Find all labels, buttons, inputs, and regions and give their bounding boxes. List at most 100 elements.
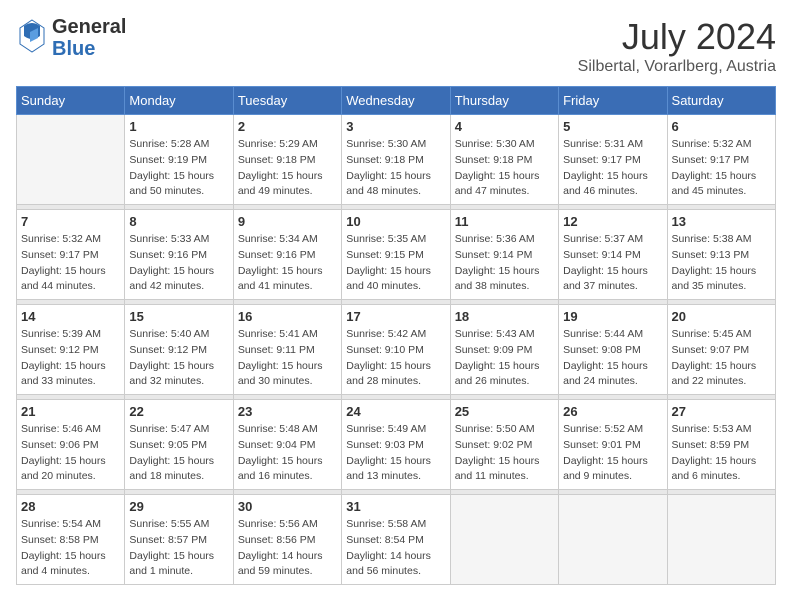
logo: General Blue <box>16 16 126 60</box>
calendar-day-cell: 13 Sunrise: 5:38 AM Sunset: 9:13 PM Dayli… <box>667 210 775 300</box>
calendar-day-cell: 10 Sunrise: 5:35 AM Sunset: 9:15 PM Dayli… <box>342 210 450 300</box>
day-number: 2 <box>238 119 337 134</box>
day-info: Sunrise: 5:30 AM Sunset: 9:18 PM Dayligh… <box>346 137 445 200</box>
day-number: 12 <box>563 214 662 229</box>
weekday-header-friday: Friday <box>559 87 667 115</box>
calendar-day-cell <box>667 495 775 585</box>
day-info: Sunrise: 5:35 AM Sunset: 9:15 PM Dayligh… <box>346 232 445 295</box>
day-info: Sunrise: 5:36 AM Sunset: 9:14 PM Dayligh… <box>455 232 554 295</box>
day-number: 16 <box>238 309 337 324</box>
calendar-day-cell: 4 Sunrise: 5:30 AM Sunset: 9:18 PM Daylig… <box>450 115 558 205</box>
day-number: 31 <box>346 499 445 514</box>
calendar-day-cell: 15 Sunrise: 5:40 AM Sunset: 9:12 PM Dayli… <box>125 305 233 395</box>
calendar-day-cell: 1 Sunrise: 5:28 AM Sunset: 9:19 PM Daylig… <box>125 115 233 205</box>
day-number: 5 <box>563 119 662 134</box>
day-info: Sunrise: 5:45 AM Sunset: 9:07 PM Dayligh… <box>672 327 771 390</box>
calendar-day-cell: 25 Sunrise: 5:50 AM Sunset: 9:02 PM Dayli… <box>450 400 558 490</box>
day-number: 4 <box>455 119 554 134</box>
calendar-day-cell: 14 Sunrise: 5:39 AM Sunset: 9:12 PM Dayli… <box>17 305 125 395</box>
day-number: 25 <box>455 404 554 419</box>
day-number: 17 <box>346 309 445 324</box>
day-info: Sunrise: 5:46 AM Sunset: 9:06 PM Dayligh… <box>21 422 120 485</box>
day-number: 27 <box>672 404 771 419</box>
day-number: 3 <box>346 119 445 134</box>
day-info: Sunrise: 5:32 AM Sunset: 9:17 PM Dayligh… <box>21 232 120 295</box>
day-number: 15 <box>129 309 228 324</box>
day-number: 20 <box>672 309 771 324</box>
calendar-day-cell <box>559 495 667 585</box>
day-info: Sunrise: 5:55 AM Sunset: 8:57 PM Dayligh… <box>129 517 228 580</box>
day-info: Sunrise: 5:31 AM Sunset: 9:17 PM Dayligh… <box>563 137 662 200</box>
calendar-day-cell: 28 Sunrise: 5:54 AM Sunset: 8:58 PM Dayli… <box>17 495 125 585</box>
weekday-header-sunday: Sunday <box>17 87 125 115</box>
day-number: 23 <box>238 404 337 419</box>
day-number: 29 <box>129 499 228 514</box>
calendar-day-cell: 5 Sunrise: 5:31 AM Sunset: 9:17 PM Daylig… <box>559 115 667 205</box>
calendar-day-cell: 27 Sunrise: 5:53 AM Sunset: 8:59 PM Dayli… <box>667 400 775 490</box>
day-info: Sunrise: 5:42 AM Sunset: 9:10 PM Dayligh… <box>346 327 445 390</box>
calendar-day-cell <box>450 495 558 585</box>
day-number: 22 <box>129 404 228 419</box>
calendar-day-cell: 22 Sunrise: 5:47 AM Sunset: 9:05 PM Dayli… <box>125 400 233 490</box>
day-info: Sunrise: 5:40 AM Sunset: 9:12 PM Dayligh… <box>129 327 228 390</box>
day-info: Sunrise: 5:53 AM Sunset: 8:59 PM Dayligh… <box>672 422 771 485</box>
calendar-day-cell: 3 Sunrise: 5:30 AM Sunset: 9:18 PM Daylig… <box>342 115 450 205</box>
calendar-day-cell <box>17 115 125 205</box>
calendar-day-cell: 7 Sunrise: 5:32 AM Sunset: 9:17 PM Daylig… <box>17 210 125 300</box>
day-info: Sunrise: 5:34 AM Sunset: 9:16 PM Dayligh… <box>238 232 337 295</box>
day-info: Sunrise: 5:44 AM Sunset: 9:08 PM Dayligh… <box>563 327 662 390</box>
calendar-day-cell: 11Sunrise: 5:36 AM Sunset: 9:14 PM Dayli… <box>450 210 558 300</box>
day-info: Sunrise: 5:50 AM Sunset: 9:02 PM Dayligh… <box>455 422 554 485</box>
calendar-day-cell: 2 Sunrise: 5:29 AM Sunset: 9:18 PM Daylig… <box>233 115 341 205</box>
calendar-day-cell: 17 Sunrise: 5:42 AM Sunset: 9:10 PM Dayli… <box>342 305 450 395</box>
day-info: Sunrise: 5:41 AM Sunset: 9:11 PM Dayligh… <box>238 327 337 390</box>
day-number: 24 <box>346 404 445 419</box>
day-number: 8 <box>129 214 228 229</box>
day-number: 19 <box>563 309 662 324</box>
calendar-day-cell: 24 Sunrise: 5:49 AM Sunset: 9:03 PM Dayli… <box>342 400 450 490</box>
day-number: 30 <box>238 499 337 514</box>
weekday-header-tuesday: Tuesday <box>233 87 341 115</box>
day-info: Sunrise: 5:43 AM Sunset: 9:09 PM Dayligh… <box>455 327 554 390</box>
day-info: Sunrise: 5:32 AM Sunset: 9:17 PM Dayligh… <box>672 137 771 200</box>
weekday-header-saturday: Saturday <box>667 87 775 115</box>
day-number: 28 <box>21 499 120 514</box>
calendar-day-cell: 8Sunrise: 5:33 AM Sunset: 9:16 PM Daylig… <box>125 210 233 300</box>
day-info: Sunrise: 5:56 AM Sunset: 8:56 PM Dayligh… <box>238 517 337 580</box>
calendar-week-row: 28 Sunrise: 5:54 AM Sunset: 8:58 PM Dayli… <box>17 495 776 585</box>
day-info: Sunrise: 5:38 AM Sunset: 9:13 PM Dayligh… <box>672 232 771 295</box>
calendar-day-cell: 21Sunrise: 5:46 AM Sunset: 9:06 PM Dayli… <box>17 400 125 490</box>
calendar-day-cell: 12Sunrise: 5:37 AM Sunset: 9:14 PM Dayli… <box>559 210 667 300</box>
weekday-header-monday: Monday <box>125 87 233 115</box>
month-year-title: July 2024 <box>578 16 776 58</box>
calendar-week-row: 14 Sunrise: 5:39 AM Sunset: 9:12 PM Dayli… <box>17 305 776 395</box>
day-info: Sunrise: 5:48 AM Sunset: 9:04 PM Dayligh… <box>238 422 337 485</box>
day-number: 26 <box>563 404 662 419</box>
calendar-day-cell: 9Sunrise: 5:34 AM Sunset: 9:16 PM Daylig… <box>233 210 341 300</box>
calendar-day-cell: 20 Sunrise: 5:45 AM Sunset: 9:07 PM Dayli… <box>667 305 775 395</box>
day-info: Sunrise: 5:39 AM Sunset: 9:12 PM Dayligh… <box>21 327 120 390</box>
calendar-day-cell: 19 Sunrise: 5:44 AM Sunset: 9:08 PM Dayli… <box>559 305 667 395</box>
day-info: Sunrise: 5:58 AM Sunset: 8:54 PM Dayligh… <box>346 517 445 580</box>
weekday-header-thursday: Thursday <box>450 87 558 115</box>
day-info: Sunrise: 5:28 AM Sunset: 9:19 PM Dayligh… <box>129 137 228 200</box>
calendar-day-cell: 31 Sunrise: 5:58 AM Sunset: 8:54 PM Dayli… <box>342 495 450 585</box>
calendar-day-cell: 26Sunrise: 5:52 AM Sunset: 9:01 PM Dayli… <box>559 400 667 490</box>
calendar-day-cell: 16 Sunrise: 5:41 AM Sunset: 9:11 PM Dayli… <box>233 305 341 395</box>
day-info: Sunrise: 5:47 AM Sunset: 9:05 PM Dayligh… <box>129 422 228 485</box>
day-number: 18 <box>455 309 554 324</box>
day-info: Sunrise: 5:29 AM Sunset: 9:18 PM Dayligh… <box>238 137 337 200</box>
day-info: Sunrise: 5:49 AM Sunset: 9:03 PM Dayligh… <box>346 422 445 485</box>
day-number: 7 <box>21 214 120 229</box>
calendar-week-row: 21Sunrise: 5:46 AM Sunset: 9:06 PM Dayli… <box>17 400 776 490</box>
day-number: 13 <box>672 214 771 229</box>
day-info: Sunrise: 5:30 AM Sunset: 9:18 PM Dayligh… <box>455 137 554 200</box>
day-number: 10 <box>346 214 445 229</box>
day-number: 14 <box>21 309 120 324</box>
logo-text: General Blue <box>52 16 126 60</box>
day-number: 1 <box>129 119 228 134</box>
calendar-table: SundayMondayTuesdayWednesdayThursdayFrid… <box>16 86 776 585</box>
calendar-day-cell: 18 Sunrise: 5:43 AM Sunset: 9:09 PM Dayli… <box>450 305 558 395</box>
calendar-day-cell: 30 Sunrise: 5:56 AM Sunset: 8:56 PM Dayli… <box>233 495 341 585</box>
day-info: Sunrise: 5:54 AM Sunset: 8:58 PM Dayligh… <box>21 517 120 580</box>
